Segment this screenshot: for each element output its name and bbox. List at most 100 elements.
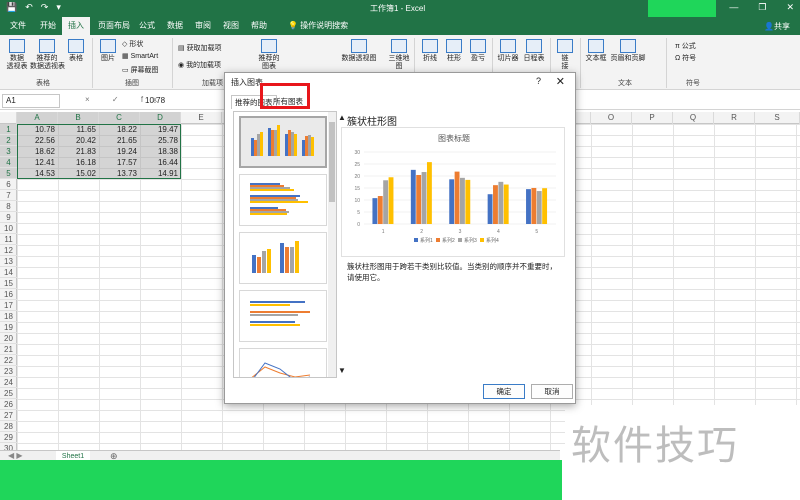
column-header[interactable]: O [591,112,632,124]
cell[interactable]: 14.53 [17,168,58,179]
row-header[interactable]: 22 [0,355,17,366]
row-header[interactable]: 8 [0,201,17,212]
get-addins-button[interactable]: ▤ 获取加载项 [178,43,222,53]
timeline-button[interactable]: 日程表 [522,39,546,63]
restore-button[interactable]: ❐ [758,2,766,13]
column-header[interactable]: D [140,112,181,124]
pictures-button[interactable]: 图片 [98,39,118,63]
equation-button[interactable]: π 公式 [675,41,696,51]
cell[interactable]: 16.44 [140,157,181,168]
tab-insert[interactable]: 插入 [62,17,90,35]
row-header[interactable]: 5 [0,168,17,179]
name-box[interactable]: A1 [2,94,60,108]
link-button[interactable]: 链 接 [556,39,574,71]
cell[interactable]: 12.41 [17,157,58,168]
recommended-pivot-button[interactable]: 推荐的 数据透视表 [30,39,65,71]
cell[interactable]: 11.65 [58,124,99,135]
tab-view[interactable]: 视图 [217,17,245,35]
thumbnail-scrollbar[interactable] [328,112,336,377]
cell[interactable]: 25.78 [140,135,181,146]
row-header[interactable]: 2 [0,135,17,146]
cell[interactable]: 18.22 [99,124,140,135]
redo-icon[interactable]: ↷ [41,2,49,13]
pivot-chart-button[interactable]: 数据透视图 [340,39,378,63]
help-icon[interactable]: ? [536,76,541,86]
tell-me-search[interactable]: 💡 操作说明搜索 [282,17,354,35]
shapes-button[interactable]: ◇ 形状 [122,39,143,49]
close-icon[interactable]: ✕ [556,75,565,88]
tab-review[interactable]: 审阅 [189,17,217,35]
screenshot-button[interactable]: ▭ 屏幕截图 [122,65,159,75]
row-header[interactable]: 9 [0,212,17,223]
formula-input[interactable]: 10.78 [145,96,165,105]
cell[interactable]: 19.24 [99,146,140,157]
row-header[interactable]: 10 [0,223,17,234]
column-header[interactable]: S [755,112,800,124]
row-header[interactable]: 20 [0,333,17,344]
row-header[interactable]: 24 [0,377,17,388]
row-header[interactable]: 21 [0,344,17,355]
cell[interactable]: 10.78 [17,124,58,135]
3d-map-button[interactable]: 三维地 图 [386,39,412,71]
thumbnail-clustered-bar[interactable] [239,174,327,226]
thumbnail-column-variant[interactable] [239,232,327,284]
row-header[interactable]: 19 [0,322,17,333]
cell[interactable]: 16.18 [58,157,99,168]
chart-thumbnail-list[interactable] [233,111,337,378]
cell[interactable]: 21.83 [58,146,99,157]
share-button[interactable]: 👤共享 [764,21,790,32]
pivot-table-button[interactable]: 数据 透视表 [4,39,30,71]
row-header[interactable]: 3 [0,146,17,157]
slicer-button[interactable]: 切片器 [496,39,520,63]
cell[interactable]: 19.47 [140,124,181,135]
thumbnail-clustered-column[interactable] [239,116,327,168]
row-header[interactable]: 17 [0,300,17,311]
cell[interactable]: 20.42 [58,135,99,146]
tab-help[interactable]: 帮助 [245,17,273,35]
tab-data[interactable]: 数据 [161,17,189,35]
row-header[interactable]: 14 [0,267,17,278]
tab-file[interactable]: 文件 [4,17,32,35]
undo-icon[interactable]: ↶ [25,2,33,13]
customize-qat-icon[interactable]: ▾ [56,2,61,13]
recommended-charts-button[interactable]: 推荐的 图表 [256,39,282,71]
row-header[interactable]: 16 [0,289,17,300]
smartart-button[interactable]: ▦ SmartArt [122,52,158,60]
row-header[interactable]: 12 [0,245,17,256]
column-header[interactable]: A [17,112,58,124]
table-button[interactable]: 表格 [66,39,86,63]
row-header[interactable]: 7 [0,190,17,201]
row-header[interactable]: 18 [0,311,17,322]
column-header[interactable]: Q [673,112,714,124]
sparkline-line-button[interactable]: 折线 [420,39,440,63]
row-header[interactable]: 11 [0,234,17,245]
cell[interactable]: 14.91 [140,168,181,179]
row-header[interactable]: 13 [0,256,17,267]
textbox-button[interactable]: 文本框 [584,39,608,63]
header-footer-button[interactable]: 页眉和页脚 [610,39,646,63]
cell[interactable]: 13.73 [99,168,140,179]
row-header[interactable]: 29 [0,432,17,443]
close-window-button[interactable]: ✕ [786,2,794,13]
row-header[interactable]: 6 [0,179,17,190]
row-header[interactable]: 28 [0,421,17,432]
row-header[interactable]: 15 [0,278,17,289]
column-header[interactable]: C [99,112,140,124]
tab-formulas[interactable]: 公式 [133,17,161,35]
cell[interactable]: 17.57 [99,157,140,168]
minimize-button[interactable]: — [729,2,738,13]
scrollbar-thumb[interactable] [329,122,335,202]
row-header[interactable]: 1 [0,124,17,135]
select-all-corner[interactable] [0,112,17,124]
my-addins-button[interactable]: ◉ 我的加载项 [178,60,221,70]
ok-button[interactable]: 确定 [483,384,525,399]
cell[interactable]: 22.56 [17,135,58,146]
column-header[interactable]: E [181,112,222,124]
row-header[interactable]: 25 [0,388,17,399]
column-header[interactable]: B [58,112,99,124]
tab-page-layout[interactable]: 页面布局 [92,17,136,35]
row-header[interactable]: 4 [0,157,17,168]
symbol-button[interactable]: Ω 符号 [675,53,696,63]
column-header[interactable]: R [714,112,755,124]
cell[interactable]: 18.38 [140,146,181,157]
